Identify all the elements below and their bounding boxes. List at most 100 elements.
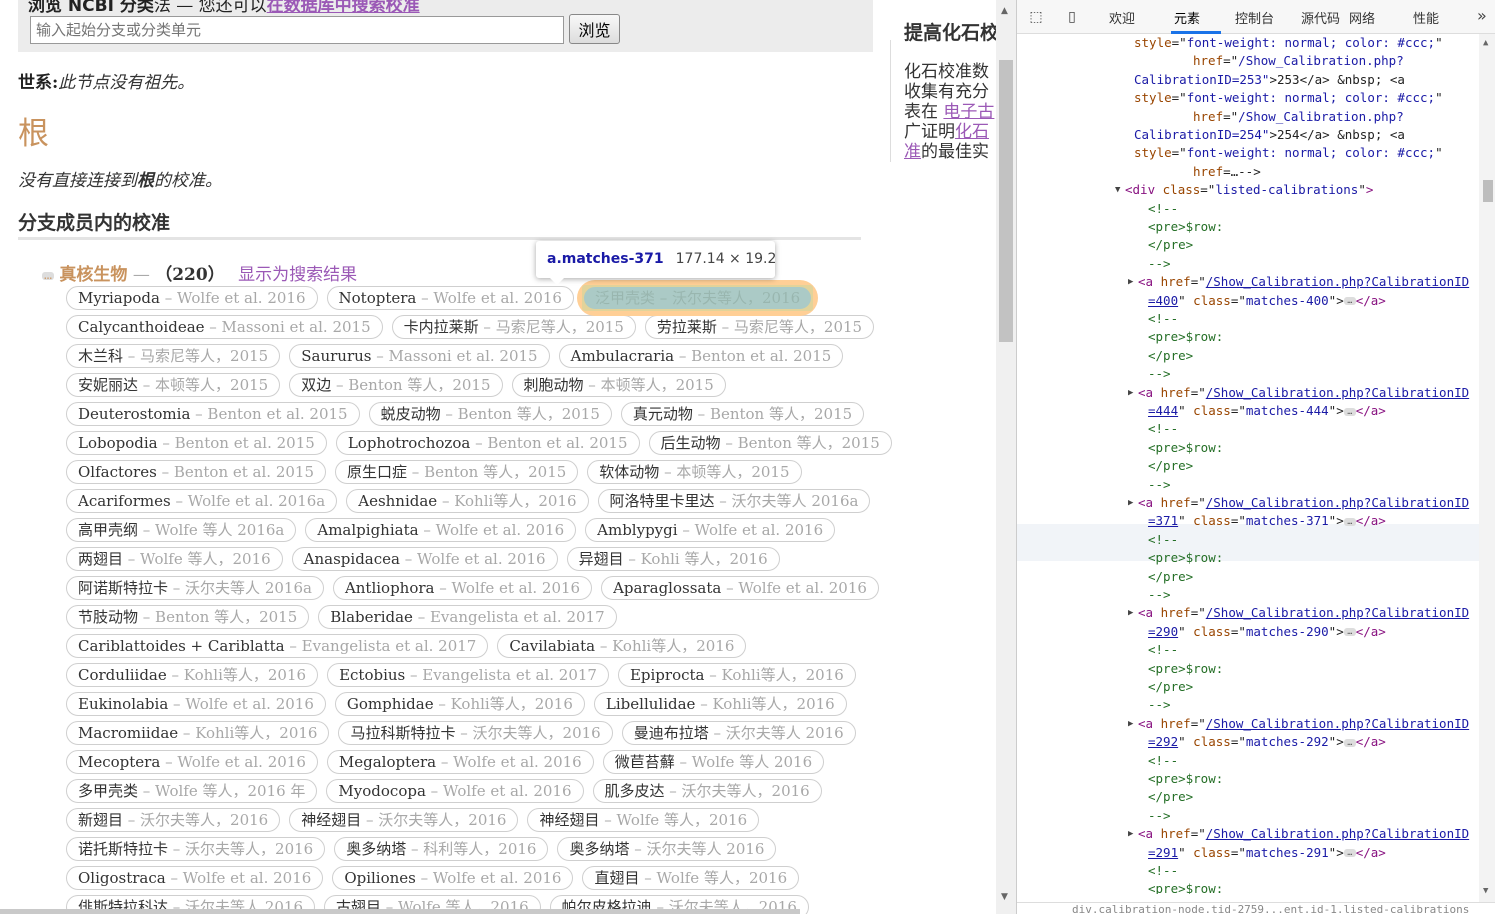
dom-line[interactable]: <pre>$row: <box>1148 549 1223 567</box>
dom-line[interactable]: style="font-weight: normal; color: #ccc;… <box>1134 89 1443 107</box>
calibration-pill[interactable]: Myodocopa – Wolfe et al. 2016 <box>326 779 584 803</box>
dom-line[interactable]: =400" class="matches-400">… </a> <box>1148 292 1386 310</box>
dom-line[interactable]: --> <box>1148 807 1171 825</box>
dom-line[interactable]: <pre>$row: <box>1148 439 1223 457</box>
calibration-pill[interactable]: Blaberidae – Evangelista et al. 2017 <box>318 605 617 629</box>
dom-line[interactable]: --> <box>1148 586 1171 604</box>
dom-line[interactable]: ▶ <a href="/Show_Calibration.php?Calibrat… <box>1128 604 1469 622</box>
device-toolbar-icon[interactable]: ▯ <box>1063 8 1081 26</box>
calibration-pill[interactable]: Myriapoda – Wolfe et al. 2016 <box>66 286 318 310</box>
expand-triangle-icon[interactable]: ▶ <box>1128 494 1133 512</box>
calibration-pill[interactable]: Deuterostomia – Benton et al. 2015 <box>66 402 360 426</box>
dom-line[interactable]: <pre>$row: <box>1148 218 1223 236</box>
calibration-pill[interactable]: Olfactores – Benton et al. 2015 <box>66 460 327 484</box>
calibration-pill[interactable]: Cavilabiata – Kohli等人，2016 <box>497 634 747 658</box>
dom-line[interactable]: =292" class="matches-292">… </a> <box>1148 733 1386 751</box>
calibration-pill[interactable]: 劳拉莱斯 – 马索尼等人，2015 <box>644 315 875 339</box>
dom-line[interactable]: <pre>$row: <box>1148 770 1223 788</box>
calibration-pill[interactable]: 真元动物 – Benton 等人，2015 <box>620 402 865 426</box>
scroll-down-icon[interactable]: ▼ <box>1483 886 1488 896</box>
tab-network[interactable]: 网络 <box>1349 8 1375 27</box>
search-input[interactable] <box>30 16 564 44</box>
dom-line[interactable]: --> <box>1148 255 1171 273</box>
dom-line[interactable]: </pre> <box>1148 236 1193 254</box>
calibration-pill[interactable]: 诺托斯特拉卡 – 沃尔夫等人，2016 <box>66 837 326 861</box>
dom-line[interactable]: <pre>$row: <box>1148 880 1223 894</box>
paleo-link[interactable]: 电子古 <box>943 102 994 122</box>
search-database-link[interactable]: 在数据库中搜索校准 <box>267 0 420 16</box>
dom-line[interactable]: style="font-weight: normal; color: #ccc;… <box>1134 144 1443 162</box>
calibration-pill[interactable]: Aeshnidae – Kohli等人，2016 <box>346 489 589 513</box>
ellipsis-icon[interactable]: … <box>1343 738 1356 747</box>
ellipsis-icon[interactable]: … <box>1343 407 1356 416</box>
dom-line[interactable]: <!-- <box>1148 862 1178 880</box>
calibration-pill[interactable]: 双边 – Benton 等人，2015 <box>289 373 503 397</box>
dom-line[interactable]: ▶ <a href="/Show_Calibration.php?Calibrat… <box>1128 825 1469 843</box>
expand-triangle-icon[interactable]: ▶ <box>1128 384 1133 402</box>
dom-line[interactable]: </pre> <box>1148 457 1193 475</box>
dom-line[interactable]: <!-- <box>1148 641 1178 659</box>
calibration-pill[interactable]: 微苣苔蘚 – Wolfe 等人 2016 <box>602 750 825 774</box>
calibration-pill[interactable]: 高甲壳纲 – Wolfe 等人 2016a <box>66 518 297 542</box>
branch-name-link[interactable]: 真核生物 <box>59 265 127 285</box>
scroll-up-icon[interactable]: ▲ <box>1001 6 1008 16</box>
tab-elements[interactable]: 元素 <box>1174 8 1200 27</box>
expand-triangle-icon[interactable]: ▶ <box>1128 273 1133 291</box>
calibration-link[interactable]: 准 <box>904 142 921 162</box>
calibration-pill[interactable]: Notoptera – Wolfe et al. 2016 <box>326 286 574 310</box>
browse-button[interactable]: 浏览 <box>569 14 620 44</box>
dom-line[interactable]: href=…--> <box>1193 163 1261 181</box>
calibration-pill[interactable]: 卡内拉莱斯 – 马索尼等人，2015 <box>391 315 636 339</box>
calibration-pill[interactable]: 多甲壳类 – Wolfe 等人，2016 年 <box>66 779 318 803</box>
dom-line[interactable]: <!-- <box>1148 420 1178 438</box>
calibration-pill[interactable]: Amblypygi – Wolfe et al. 2016 <box>585 518 836 542</box>
show-as-search-link[interactable]: 显示为搜索结果 <box>238 265 357 285</box>
calibration-pill[interactable]: 神经翅目 – 沃尔夫等人，2016 <box>289 808 519 832</box>
dom-line[interactable]: <!-- <box>1148 531 1178 549</box>
calibration-pill[interactable]: Mecoptera – Wolfe et al. 2016 <box>66 750 318 774</box>
calibration-pill[interactable]: Epiprocta – Kohli等人，2016 <box>617 663 856 687</box>
more-tabs-icon[interactable]: » <box>1477 6 1487 25</box>
expand-triangle-icon[interactable]: ▶ <box>1128 825 1133 843</box>
dom-line[interactable]: ▶ <a href="/Show_Calibration.php?Calibrat… <box>1128 273 1469 291</box>
calibration-pill[interactable]: 直翅目 – Wolfe 等人，2016 <box>582 866 800 890</box>
calibration-pill[interactable]: Lobopodia – Benton et al. 2015 <box>66 431 327 455</box>
dom-line[interactable]: CalibrationID=253">253</a> &nbsp; <a <box>1134 71 1405 89</box>
calibration-pill[interactable]: Amalpighiata – Wolfe et al. 2016 <box>305 518 577 542</box>
calibration-pill[interactable]: 后生动物 – Benton 等人，2015 <box>648 431 892 455</box>
calibration-pill[interactable]: Lophotrochozoa – Benton et al. 2015 <box>335 431 640 455</box>
calibration-pill[interactable]: 阿诺斯特拉卡 – 沃尔夫等人 2016a <box>66 576 324 600</box>
calibration-pill[interactable]: 肌多皮达 – 沃尔夫等人，2016 <box>592 779 822 803</box>
dom-line[interactable]: </pre> <box>1148 678 1193 696</box>
ellipsis-icon[interactable]: … <box>1343 628 1356 637</box>
dom-line[interactable]: <!-- <box>1148 752 1178 770</box>
expand-triangle-icon[interactable]: ▶ <box>1128 604 1133 622</box>
calibration-pill[interactable]: Opiliones – Wolfe et al. 2016 <box>332 866 574 890</box>
calibration-pill[interactable]: Macromiidae – Kohli等人，2016 <box>66 721 330 745</box>
dom-line[interactable]: <pre>$row: <box>1148 328 1223 346</box>
calibration-pill[interactable]: Aparaglossata – Wolfe et al. 2016 <box>601 576 879 600</box>
scroll-up-icon[interactable]: ▲ <box>1483 38 1488 48</box>
calibration-pill[interactable]: 两翅目 – Wolfe 等人，2016 <box>66 547 283 571</box>
ellipsis-icon[interactable]: … <box>1343 517 1356 526</box>
scrollbar-thumb[interactable] <box>999 60 1013 342</box>
dom-line[interactable]: --> <box>1148 696 1171 714</box>
tab-sources[interactable]: 源代码 <box>1301 8 1340 27</box>
dom-line[interactable]: =290" class="matches-290">… </a> <box>1148 623 1386 641</box>
scrollbar-thumb[interactable] <box>1483 180 1493 202</box>
calibration-pill[interactable]: 新翅目 – 沃尔夫等人，2016 <box>66 808 281 832</box>
calibration-pill[interactable]: 异翅目 – Kohli 等人，2016 <box>566 547 780 571</box>
dom-line[interactable]: </pre> <box>1148 568 1193 586</box>
dom-line[interactable]: CalibrationID=254">254</a> &nbsp; <a <box>1134 126 1405 144</box>
calibration-pill[interactable]: Libellulidae – Kohli等人，2016 <box>593 692 847 716</box>
dom-line[interactable]: --> <box>1148 476 1171 494</box>
calibration-pill[interactable]: 泛甲壳类 – 沃尔夫等人，2016 <box>581 285 814 311</box>
devtools-scrollbar[interactable]: ▲ ▼ <box>1479 34 1495 902</box>
calibration-pill[interactable]: Saururus – Massoni et al. 2015 <box>289 344 550 368</box>
calibration-pill[interactable]: 曼迪布拉塔 – 沃尔夫等人 2016 <box>621 721 856 745</box>
dom-line[interactable]: style="font-weight: normal; color: #ccc;… <box>1134 34 1443 52</box>
calibration-pill[interactable]: Oligostraca – Wolfe et al. 2016 <box>66 866 324 890</box>
calibration-pill[interactable]: Calycanthoideae – Massoni et al. 2015 <box>66 315 383 339</box>
dom-line[interactable]: ▶ <a href="/Show_Calibration.php?Calibrat… <box>1128 384 1469 402</box>
calibration-pill[interactable]: Gomphidae – Kohli等人，2016 <box>334 692 585 716</box>
